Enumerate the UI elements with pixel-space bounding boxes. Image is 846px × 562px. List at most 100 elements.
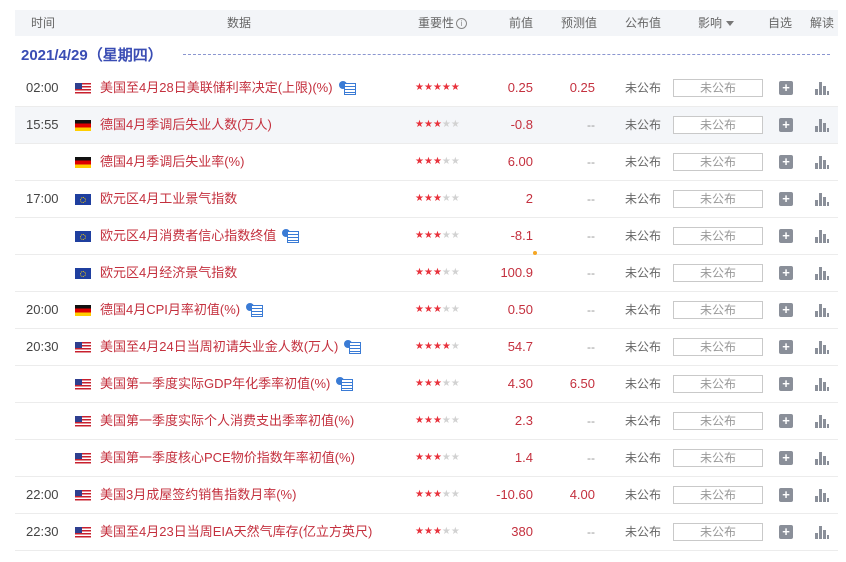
table-row[interactable]: 17:00 欧元区4月工业景气指数 ★★★★★ 2 -- 未公布 未公布 +	[15, 181, 838, 218]
table-row[interactable]: 德国4月季调后失业率(%) ★★★★★ 6.00 -- 未公布 未公布 +	[15, 144, 838, 181]
add-watchlist-button[interactable]: +	[779, 81, 793, 95]
star-icon: ★	[441, 415, 451, 426]
star-icon: ★	[441, 156, 451, 167]
table-row[interactable]: 美国第一季度实际GDP年化季率初值(%) ★★★★★ 4.30 6.50 未公布 未公布 +	[15, 366, 838, 403]
event-name-link[interactable]: 美国第一季度实际GDP年化季率初值(%)	[100, 366, 354, 402]
impact-box: 未公布	[673, 153, 763, 171]
table-row[interactable]: 02:00 美国至4月28日美联储利率决定(上限)(%) ★★★★★ 0.25 0.25…	[15, 70, 838, 107]
star-icon: ★	[423, 119, 433, 130]
event-name: 欧元区4月经济景气指数	[100, 265, 238, 280]
add-watchlist-button[interactable]: +	[779, 192, 793, 206]
add-watchlist-button[interactable]: +	[779, 118, 793, 132]
previous-value: 0.50	[485, 292, 533, 328]
add-watchlist-button[interactable]: +	[779, 451, 793, 465]
bar-chart-icon[interactable]	[815, 119, 829, 132]
event-name-link[interactable]: 美国至4月28日美联储利率决定(上限)(%)	[100, 70, 356, 106]
add-watchlist-button[interactable]: +	[779, 340, 793, 354]
flag-eu-icon	[75, 194, 91, 205]
previous-value: 1.4	[485, 440, 533, 476]
star-icon: ★	[423, 156, 433, 167]
header-forecast: 预测值	[561, 16, 598, 30]
event-name-link[interactable]: 美国至4月24日当周初请失业金人数(万人)	[100, 329, 362, 365]
bar-chart-icon[interactable]	[815, 489, 829, 502]
video-icon[interactable]	[282, 228, 300, 243]
event-time: 22:30	[26, 524, 59, 539]
impact-box: 未公布	[673, 338, 763, 356]
bar-chart-icon[interactable]	[815, 526, 829, 539]
event-name-link[interactable]: 美国至4月23日当周EIA天然气库存(亿立方英尺)	[100, 514, 372, 550]
event-name: 美国第一季度实际GDP年化季率初值(%)	[100, 376, 331, 391]
star-icon: ★	[415, 489, 424, 500]
bar-chart-icon[interactable]	[815, 378, 829, 391]
event-name-link[interactable]: 美国第一季度核心PCE物价指数年率初值(%)	[100, 440, 355, 476]
add-watchlist-button[interactable]: +	[779, 377, 793, 391]
event-name-link[interactable]: 欧元区4月经济景气指数	[100, 255, 237, 291]
date-label: 2021/4/29（星期四）	[21, 47, 163, 64]
event-name-link[interactable]: 德国4月季调后失业率(%)	[100, 144, 244, 180]
forecast-value: 0.25	[569, 80, 595, 95]
table-row[interactable]: 22:30 美国至4月23日当周EIA天然气库存(亿立方英尺) ★★★★★ 380 --…	[15, 514, 838, 551]
event-name-link[interactable]: 欧元区4月消费者信心指数终值	[100, 218, 300, 254]
star-icon: ★	[432, 156, 442, 167]
add-watchlist-button[interactable]: +	[779, 155, 793, 169]
table-row[interactable]: 22:00 美国3月成屋签约销售指数月率(%) ★★★★★ -10.60 4.00 未公布…	[15, 477, 838, 514]
event-name-link[interactable]: 欧元区4月工业景气指数	[100, 181, 237, 217]
bar-chart-icon[interactable]	[815, 82, 829, 95]
header-impact[interactable]: 影响	[698, 10, 735, 36]
add-watchlist-button[interactable]: +	[779, 229, 793, 243]
star-icon: ★	[441, 489, 451, 500]
forecast-value: --	[587, 414, 595, 428]
add-watchlist-button[interactable]: +	[779, 488, 793, 502]
event-time: 22:00	[26, 487, 59, 502]
bar-chart-icon[interactable]	[815, 304, 829, 317]
add-watchlist-button[interactable]: +	[779, 266, 793, 280]
previous-value: 6.00	[485, 144, 533, 180]
add-watchlist-button[interactable]: +	[779, 303, 793, 317]
event-name-link[interactable]: 美国第一季度实际个人消费支出季率初值(%)	[100, 403, 354, 439]
previous-value-text: 380	[511, 524, 533, 539]
video-icon[interactable]	[246, 302, 264, 317]
add-watchlist-button[interactable]: +	[779, 414, 793, 428]
header-impact-label: 影响	[698, 16, 723, 30]
video-icon[interactable]	[338, 80, 356, 95]
bar-chart-icon[interactable]	[815, 193, 829, 206]
table-row[interactable]: 欧元区4月经济景气指数 ★★★★★ 100.9 -- 未公布 未公布 +	[15, 251, 838, 292]
star-icon: ★	[415, 156, 424, 167]
event-name-link[interactable]: 美国3月成屋签约销售指数月率(%)	[100, 477, 296, 513]
bar-chart-icon[interactable]	[815, 341, 829, 354]
actual-value: 未公布	[625, 451, 662, 465]
header-importance[interactable]: 重要性 i	[418, 10, 468, 36]
table-row[interactable]: 美国第一季度实际个人消费支出季率初值(%) ★★★★★ 2.3 -- 未公布 未公布 +	[15, 403, 838, 440]
bar-chart-icon[interactable]	[815, 452, 829, 465]
impact-box: 未公布	[673, 449, 763, 467]
star-icon: ★	[432, 82, 442, 93]
actual-value: 未公布	[625, 303, 662, 317]
flag-us-icon	[75, 379, 91, 390]
bar-chart-icon[interactable]	[815, 230, 829, 243]
table-row[interactable]: 20:30 美国至4月24日当周初请失业金人数(万人) ★★★★★ 54.7 -- 未公布…	[15, 329, 838, 366]
add-watchlist-button[interactable]: +	[779, 525, 793, 539]
star-icon: ★	[432, 415, 442, 426]
forecast-value: --	[587, 340, 595, 354]
star-icon: ★	[441, 452, 451, 463]
impact-box: 未公布	[673, 116, 763, 134]
forecast-value: --	[587, 303, 595, 317]
chevron-down-icon[interactable]	[726, 21, 735, 27]
impact-box: 未公布	[673, 190, 763, 208]
info-icon[interactable]: i	[456, 18, 468, 30]
star-icon: ★	[432, 489, 442, 500]
table-row[interactable]: 15:55 德国4月季调后失业人数(万人) ★★★★★ -0.8 -- 未公布 未公布 +	[15, 107, 838, 144]
event-name-link[interactable]: 德国4月CPI月率初值(%)	[100, 292, 264, 328]
bar-chart-icon[interactable]	[815, 267, 829, 280]
bar-chart-icon[interactable]	[815, 156, 829, 169]
bar-chart-icon[interactable]	[815, 415, 829, 428]
event-name-link[interactable]: 德国4月季调后失业人数(万人)	[100, 107, 272, 143]
previous-value: 2	[485, 181, 533, 217]
star-icon: ★	[450, 82, 460, 93]
video-icon[interactable]	[344, 339, 362, 354]
table-row[interactable]: 美国第一季度核心PCE物价指数年率初值(%) ★★★★★ 1.4 -- 未公布 未公布 +	[15, 440, 838, 477]
importance-stars: ★★★★★	[415, 255, 460, 291]
table-row[interactable]: 欧元区4月消费者信心指数终值 ★★★★★ -8.1 -- 未公布 未公布 +	[15, 218, 838, 255]
table-row[interactable]: 20:00 德国4月CPI月率初值(%) ★★★★★ 0.50 -- 未公布 未公布 +	[15, 292, 838, 329]
video-icon[interactable]	[336, 376, 354, 391]
